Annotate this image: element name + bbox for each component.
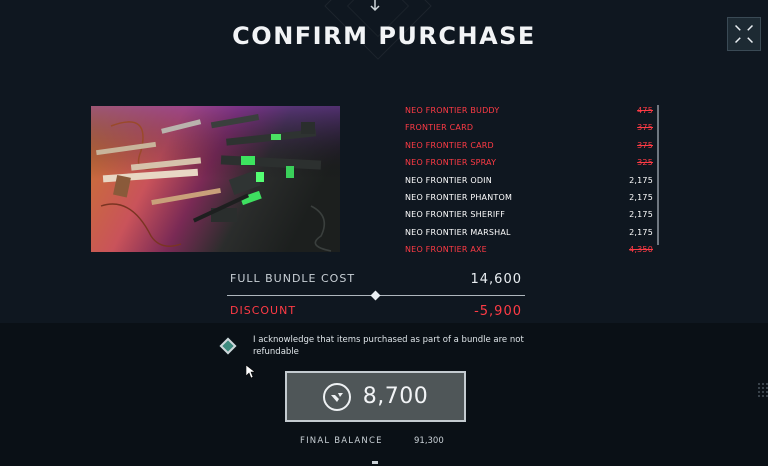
item-name: NEO FRONTIER SPRAY [405,158,497,168]
acknowledge-text: I acknowledge that items purchased as pa… [253,335,524,357]
item-price: 325 [637,158,653,168]
item-name: NEO FRONTIER SHERIFF [405,210,505,220]
top-emblem-icon [370,0,380,12]
final-balance-value: 91,300 [414,436,444,446]
list-item: NEO FRONTIER PHANTOM 2,175 [405,189,655,206]
bundle-preview-image [91,106,340,252]
final-balance-label: FINAL BALANCE [300,436,383,446]
list-item: FRONTIER CARD 375 [405,119,655,136]
item-price: 375 [637,123,653,133]
list-item: NEO FRONTIER BUDDY 475 [405,102,655,119]
item-name: NEO FRONTIER BUDDY [405,106,500,115]
purchase-button[interactable]: 8,700 [285,371,466,422]
full-cost-label: FULL BUNDLE COST [230,272,356,285]
mouse-cursor-icon [246,365,255,378]
bundle-items-list: NEO FRONTIER BUDDY 475 FRONTIER CARD 375… [405,102,655,254]
full-cost-value: 14,600 [470,272,522,287]
divider-diamond [370,290,381,301]
item-price: 4,350 [629,245,653,255]
item-price: 375 [637,140,653,150]
discount-row: DISCOUNT -5,900 [230,304,522,322]
bottom-indicator [372,461,378,464]
item-price: 2,175 [629,210,653,220]
item-name: FRONTIER CARD [405,123,474,133]
list-item: NEO FRONTIER MARSHAL 2,175 [405,224,655,241]
item-name: NEO FRONTIER ODIN [405,175,492,185]
list-item: NEO FRONTIER CARD 375 [405,137,655,154]
valorant-points-icon [322,382,351,411]
purchase-price: 8,700 [362,384,429,409]
full-bundle-cost-row: FULL BUNDLE COST 14,600 [230,272,522,290]
page-title: CONFIRM PURCHASE [232,22,536,50]
discount-value: -5,900 [474,304,522,319]
close-button[interactable] [727,17,761,51]
item-name: NEO FRONTIER CARD [405,140,494,150]
item-price: 475 [637,106,653,115]
list-item: NEO FRONTIER SPRAY 325 [405,154,655,171]
item-name: NEO FRONTIER MARSHAL [405,227,511,237]
item-price: 2,175 [629,192,653,202]
item-price: 2,175 [629,175,653,185]
list-item: NEO FRONTIER SHERIFF 2,175 [405,206,655,223]
list-item: NEO FRONTIER AXE 4,350 [405,241,655,258]
discount-label: DISCOUNT [230,304,297,317]
item-name: NEO FRONTIER PHANTOM [405,192,513,202]
item-price: 2,175 [629,227,653,237]
close-corners-icon [734,24,754,44]
dot-grid-icon [758,383,768,397]
items-scrollbar[interactable] [657,105,659,245]
list-item: NEO FRONTIER ODIN 2,175 [405,172,655,189]
item-name: NEO FRONTIER AXE [405,245,487,255]
